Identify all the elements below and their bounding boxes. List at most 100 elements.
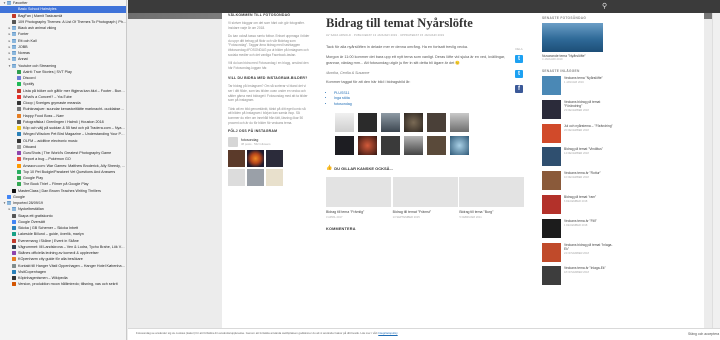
instagram-thumb[interactable] xyxy=(228,169,245,187)
favicon-icon xyxy=(12,257,16,262)
gallery-thumb[interactable] xyxy=(427,136,446,156)
post-article: Bidrag till temat Nyårslöfte AV SARA ARN… xyxy=(326,16,526,231)
recent-post-item[interactable]: Veckans tema är "Rottur" 10 DECEMBER 2018 xyxy=(542,171,616,195)
instagram-profile[interactable]: fotosondag 38 posts · 562 followers xyxy=(228,137,310,148)
gallery-thumb[interactable] xyxy=(335,113,354,133)
related-post-title[interactable]: Bidrag till temat "Främst" xyxy=(393,210,460,214)
related-post-image xyxy=(392,177,458,208)
related-post-card[interactable]: Bidrag till temat "Främst" 13 SEPTEMBER … xyxy=(392,177,460,219)
cookie-accept-button[interactable]: Stäng och acceptera xyxy=(688,332,719,336)
favicon-icon xyxy=(12,13,16,18)
recent-post-thumb[interactable] xyxy=(542,99,561,119)
related-post-card[interactable]: Bidrag till tema "Burg" 5 FEBRUARI 2011 xyxy=(459,177,526,219)
favicon-icon xyxy=(12,219,16,224)
facebook-icon[interactable]: f xyxy=(515,85,523,93)
thumbs-up-icon: 👍 xyxy=(326,165,333,172)
cookie-message: Fotosondag.se använder sig av cookies (k… xyxy=(136,331,378,335)
instagram-thumb[interactable] xyxy=(228,150,245,168)
recent-post-thumb[interactable] xyxy=(542,147,561,167)
recent-post-thumb[interactable] xyxy=(542,76,561,95)
recent-posts-list: Veckans tema "Nyårslöfte" 1 JANUARI 2019 V… xyxy=(542,76,616,290)
featured-image[interactable] xyxy=(542,23,603,52)
recent-post-item[interactable]: Bidrag på temat "Vindlitus" 14 DECEMBER 2… xyxy=(542,147,616,171)
instagram-thumb[interactable] xyxy=(247,169,264,187)
gallery-thumb[interactable] xyxy=(404,113,423,133)
recent-post-title[interactable]: Veckans tema är "Inlaga-Ek" xyxy=(564,266,606,270)
recent-post-thumb[interactable] xyxy=(542,194,561,214)
post-meta: AV SARA ARNOLD · PUBLICERAT 13 JANUARI 2… xyxy=(326,34,445,37)
post-links-intro: Kommer taggat för att den här bild i bid… xyxy=(326,80,411,85)
twitter-icon[interactable]: t xyxy=(515,55,523,63)
favicon-icon xyxy=(12,232,16,237)
gallery-thumb[interactable] xyxy=(358,113,377,133)
related-post-date: 13 SEPTEMBER 2015 xyxy=(392,215,420,219)
favicon-icon xyxy=(17,157,21,162)
site-header: ⚲ xyxy=(128,0,720,13)
favicon-icon xyxy=(17,107,21,112)
folder-icon xyxy=(12,44,16,49)
favicon-icon xyxy=(12,213,16,218)
favicon-icon xyxy=(12,251,16,256)
gallery-thumb[interactable] xyxy=(381,113,400,133)
twitter-share-icon[interactable]: t xyxy=(515,70,523,78)
recent-post-title[interactable]: Bidrag på temat "Vindlitus" xyxy=(564,147,603,151)
comments-heading: KOMMENTERA xyxy=(326,226,356,231)
gallery-thumb[interactable] xyxy=(335,136,354,156)
recent-post-title[interactable]: Bidrag på temat "ram" xyxy=(564,195,596,199)
related-post-card[interactable]: Bidrag till tema "Främlig" 3 APRIL 2017 xyxy=(326,177,393,219)
recent-post-thumb[interactable] xyxy=(542,266,561,286)
favicon-icon xyxy=(17,169,21,174)
recent-post-item[interactable]: Veckans tema är "Inlaga-Ek" 18 NOVEMBER 2… xyxy=(542,266,616,290)
favicon-icon xyxy=(7,194,11,199)
right-widget-column: SENASTE FOTOSÖNDAG Nuvarande tema "Nyårs… xyxy=(542,13,616,290)
instagram-grid xyxy=(228,150,310,187)
featured-title: SENASTE FOTOSÖNDAG xyxy=(542,16,587,20)
recent-post-thumb[interactable] xyxy=(542,242,561,262)
related-post-image xyxy=(326,177,391,208)
gallery-thumb[interactable] xyxy=(450,136,469,156)
cookie-policy-link[interactable]: Integritetspolicy xyxy=(378,331,397,335)
gallery-thumb[interactable] xyxy=(450,113,469,133)
submission-gallery xyxy=(335,113,526,156)
recent-post-item[interactable]: Jul och nyårstema – "Förändring" 20 DECEM… xyxy=(542,123,616,148)
post-link-list: PLUSS11 Inga stöta fotosondag xyxy=(334,91,526,108)
post-link[interactable]: fotosondag xyxy=(334,102,526,108)
recent-post-thumb[interactable] xyxy=(542,218,561,238)
recent-post-item[interactable]: Veckans bidrag på temat "Förändring" 23 D… xyxy=(542,99,616,124)
recent-post-item[interactable]: Veckans tema är "Fiill" 1 DECEMBER 2018 xyxy=(542,218,616,243)
instagram-thumb[interactable] xyxy=(266,169,283,187)
folder-icon xyxy=(12,51,16,56)
related-post-title[interactable]: Bidrag till tema "Burg" xyxy=(459,210,526,214)
gallery-thumb[interactable] xyxy=(427,113,446,133)
recent-post-item[interactable]: Bidrag på temat "ram" 6 DECEMBER 2018 xyxy=(542,194,616,219)
instagram-thumb[interactable] xyxy=(266,150,283,168)
favicon-icon xyxy=(12,276,16,281)
favicon-icon xyxy=(17,88,21,93)
gallery-thumb[interactable] xyxy=(358,136,377,156)
instagram-stats: 38 posts · 562 followers xyxy=(241,142,271,147)
recent-post-title[interactable]: Veckans tema är "Rottur" xyxy=(564,171,601,175)
search-icon[interactable]: ⚲ xyxy=(602,3,609,10)
recent-post-title[interactable]: Jul och nyårstema – "Förändring" xyxy=(564,124,613,128)
favicon-icon xyxy=(12,7,16,12)
bookmark-item[interactable]: Version, produktion moon hållimiredo; ti… xyxy=(0,281,126,287)
folder-icon xyxy=(12,38,16,43)
follow-title: FÖLJ OSS PÅ INSTAGRAM xyxy=(228,129,278,134)
recent-post-thumb[interactable] xyxy=(542,123,561,143)
recent-post-item[interactable]: Veckans tema "Nyårslöfte" 1 JANUARI 2019 xyxy=(542,76,616,100)
recent-post-title[interactable]: Veckans bidrag på temat "Förändring" xyxy=(564,100,616,108)
recent-post-item[interactable]: Veckans bidrag på temat "Inlaga-Ek" 24 NO… xyxy=(542,242,616,267)
gallery-thumb[interactable] xyxy=(381,136,400,156)
recent-post-title[interactable]: Veckans tema är "Fiill" xyxy=(564,219,597,223)
related-post-title[interactable]: Bidrag till tema "Främlig" xyxy=(326,210,393,214)
page-scrollbar[interactable] xyxy=(712,13,720,328)
gallery-thumb[interactable] xyxy=(404,136,423,156)
related-post-image xyxy=(459,177,525,208)
recent-post-thumb[interactable] xyxy=(542,171,561,191)
recent-post-title[interactable]: Veckans tema "Nyårslöfte" xyxy=(564,76,603,80)
left-widget-column: VÄLKOMMEN TILL FOTOSONDAG Vi skriver blo… xyxy=(228,13,310,187)
insta-text-2: Tänk att en bild genomtänkt, tänkt på di… xyxy=(228,106,306,125)
instagram-thumb[interactable] xyxy=(247,150,264,168)
post-title[interactable]: Bidrag till temat Nyårslöfte xyxy=(326,16,526,31)
recent-post-title[interactable]: Veckans bidrag på temat "Inlaga-Ek" xyxy=(564,243,616,251)
